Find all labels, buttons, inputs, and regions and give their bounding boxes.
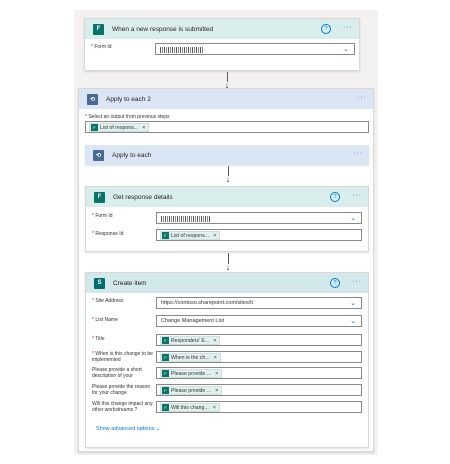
response-id-row: * Response Id bbox=[92, 231, 154, 237]
apply-inner-title: Apply to each bbox=[112, 151, 152, 159]
chevron-down-icon[interactable]: ⌄ bbox=[350, 214, 356, 222]
more-icon[interactable]: ··· bbox=[357, 94, 367, 102]
forms-icon: F bbox=[162, 404, 169, 411]
form-id-label: * Form Id bbox=[91, 44, 112, 50]
list-name-label: * List Name bbox=[92, 317, 118, 323]
apply-inner-header[interactable]: ⟲ Apply to each ··· bbox=[85, 145, 369, 165]
create-item-title: Create item bbox=[113, 279, 147, 287]
impact-field[interactable]: F Will this chang... × bbox=[156, 401, 362, 413]
list-name-row: * List Name bbox=[92, 317, 154, 323]
help-icon[interactable]: ? bbox=[330, 192, 340, 202]
forms-icon: F bbox=[94, 191, 105, 203]
chevron-down-icon: ⌄ bbox=[155, 426, 161, 432]
sharepoint-icon: S bbox=[94, 277, 105, 289]
close-icon[interactable]: × bbox=[142, 125, 145, 131]
short-description-label: Please provide a short description of yo… bbox=[92, 367, 142, 379]
trigger-header[interactable]: F When a new response is submitted ? ··· bbox=[85, 19, 359, 39]
trigger-title: When a new response is submitted bbox=[112, 25, 214, 33]
apply-to-each-card[interactable]: ⟲ Apply to each ··· bbox=[85, 145, 369, 165]
response-id-token[interactable]: F List of respons... × bbox=[160, 231, 221, 240]
show-advanced-options-link[interactable]: Show advanced options ⌄ bbox=[96, 426, 161, 432]
when-implemented-field[interactable]: F When is the ch... × bbox=[156, 351, 362, 363]
get-details-title: Get response details bbox=[113, 193, 173, 201]
reason-token[interactable]: F Please provide ... × bbox=[160, 386, 223, 395]
site-address-value: https://contoso.sharepoint.com/sites/it bbox=[161, 300, 254, 306]
short-description-token[interactable]: F Please provide ... × bbox=[160, 369, 223, 378]
impact-label: Will this change impact any other workst… bbox=[92, 401, 153, 413]
more-icon[interactable]: ··· bbox=[343, 24, 353, 32]
response-id-field[interactable]: F List of respons... × bbox=[156, 229, 362, 241]
response-id-label: * Response Id bbox=[92, 231, 124, 237]
more-icon[interactable]: ··· bbox=[352, 192, 362, 200]
impact-token[interactable]: F Will this chang... × bbox=[160, 403, 220, 412]
forms-icon: F bbox=[162, 387, 169, 394]
flow-arrow: ↓ bbox=[223, 253, 233, 273]
short-description-row: Please provide a short description of yo… bbox=[92, 367, 154, 379]
site-address-label: * Site Address bbox=[92, 298, 124, 304]
get-response-details-card[interactable]: F Get response details ? ··· * Form Id ⌄… bbox=[85, 186, 369, 252]
close-icon[interactable]: × bbox=[214, 355, 217, 361]
loop-icon: ⟲ bbox=[93, 149, 104, 161]
apply-outer-header[interactable]: ⟲ Apply to each 2 ··· bbox=[79, 89, 373, 109]
get-details-header[interactable]: F Get response details ? ··· bbox=[86, 187, 368, 207]
forms-icon: F bbox=[162, 354, 169, 361]
title-token[interactable]: F Responders' E... × bbox=[160, 336, 221, 345]
chevron-down-icon[interactable]: ⌄ bbox=[350, 299, 356, 307]
close-icon[interactable]: × bbox=[213, 233, 216, 239]
form-id-row: * Form Id bbox=[91, 44, 153, 50]
select-output-field[interactable]: F List of respons... × bbox=[85, 121, 369, 133]
forms-icon: F bbox=[93, 23, 104, 35]
site-address-row: * Site Address bbox=[92, 298, 154, 304]
when-implemented-row: * When is this change to be implemented bbox=[92, 351, 154, 363]
forms-icon: F bbox=[162, 337, 169, 344]
help-icon[interactable]: ? bbox=[330, 278, 340, 288]
chevron-down-icon[interactable]: ⌄ bbox=[343, 45, 349, 53]
list-name-value: Change Management List bbox=[161, 318, 224, 324]
reason-label: Please provide the reason for your chang… bbox=[92, 384, 151, 396]
form-id-value bbox=[160, 47, 204, 53]
when-implemented-token[interactable]: F When is the ch... × bbox=[160, 353, 221, 362]
reason-field[interactable]: F Please provide ... × bbox=[156, 384, 362, 396]
when-implemented-label: * When is this change to be implemented bbox=[92, 351, 153, 363]
site-address-field[interactable]: https://contoso.sharepoint.com/sites/it … bbox=[156, 297, 362, 309]
close-icon[interactable]: × bbox=[213, 338, 216, 344]
flow-arrow: ↓ bbox=[223, 166, 233, 184]
title-row: * Title bbox=[92, 336, 154, 342]
forms-icon: F bbox=[162, 370, 169, 377]
loop-icon: ⟲ bbox=[87, 93, 98, 105]
help-icon[interactable]: ? bbox=[321, 24, 331, 34]
short-description-field[interactable]: F Please provide ... × bbox=[156, 367, 362, 379]
apply-outer-title: Apply to each 2 bbox=[106, 95, 151, 103]
close-icon[interactable]: × bbox=[215, 388, 218, 394]
details-form-id-value bbox=[161, 216, 211, 222]
reason-row: Please provide the reason for your chang… bbox=[92, 384, 154, 396]
apply-to-each-2-card[interactable]: ⟲ Apply to each 2 ··· * Select an output… bbox=[78, 88, 374, 452]
create-item-header[interactable]: S Create item ? ··· bbox=[86, 273, 368, 293]
forms-icon: F bbox=[91, 124, 98, 131]
impact-row: Will this change impact any other workst… bbox=[92, 401, 154, 413]
details-form-id-row: * Form Id bbox=[92, 213, 154, 219]
more-icon[interactable]: ··· bbox=[352, 278, 362, 286]
title-field[interactable]: F Responders' E... × bbox=[156, 334, 362, 346]
trigger-card[interactable]: F When a new response is submitted ? ···… bbox=[84, 18, 360, 71]
close-icon[interactable]: × bbox=[215, 371, 218, 377]
details-form-id-label: * Form Id bbox=[92, 213, 113, 219]
flow-canvas: F When a new response is submitted ? ···… bbox=[74, 10, 378, 455]
list-of-responses-token[interactable]: F List of respons... × bbox=[89, 123, 150, 132]
select-output-row: * Select an output from previous steps bbox=[85, 114, 170, 120]
chevron-down-icon[interactable]: ⌄ bbox=[350, 317, 356, 325]
title-label: * Title bbox=[92, 336, 105, 342]
close-icon[interactable]: × bbox=[213, 405, 216, 411]
forms-icon: F bbox=[162, 232, 169, 239]
more-icon[interactable]: ··· bbox=[353, 150, 363, 158]
select-output-label: * Select an output from previous steps bbox=[85, 114, 170, 120]
list-name-field[interactable]: Change Management List ⌄ bbox=[156, 315, 362, 327]
create-item-card[interactable]: S Create item ? ··· * Site Address https… bbox=[85, 272, 369, 448]
details-form-id-field[interactable]: ⌄ bbox=[156, 212, 362, 224]
form-id-field[interactable]: ⌄ bbox=[155, 43, 355, 55]
